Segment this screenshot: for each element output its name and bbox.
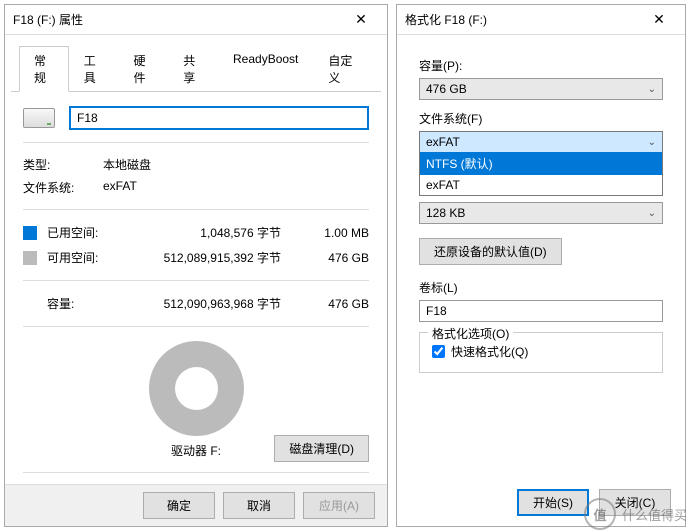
tab-readyboost[interactable]: ReadyBoost <box>218 46 313 92</box>
format-options-legend: 格式化选项(O) <box>428 325 513 342</box>
titlebar: F18 (F:) 属性 ✕ <box>5 5 387 35</box>
allocation-select[interactable]: 128 KB ⌄ <box>419 202 663 224</box>
titlebar: 格式化 F18 (F:) ✕ <box>397 5 685 35</box>
start-button[interactable]: 开始(S) <box>517 489 589 516</box>
free-bytes: 512,089,915,392 字节 <box>127 249 299 266</box>
close-icon[interactable]: ✕ <box>641 8 677 32</box>
properties-dialog: F18 (F:) 属性 ✕ 常规 工具 硬件 共享 ReadyBoost 自定义… <box>4 4 388 527</box>
filesystem-option-exfat[interactable]: exFAT <box>420 175 662 195</box>
used-swatch <box>23 226 37 240</box>
used-bytes: 1,048,576 字节 <box>127 224 299 241</box>
filesystem-option-ntfs[interactable]: NTFS (默认) <box>420 152 662 175</box>
volume-label: 卷标(L) <box>419 279 663 296</box>
tab-tools[interactable]: 工具 <box>69 46 119 92</box>
used-label: 已用空间: <box>47 224 127 241</box>
filesystem-select[interactable]: exFAT ⌄ NTFS (默认) exFAT <box>419 131 663 196</box>
capacity-label: 容量: <box>47 295 127 312</box>
chevron-down-icon: ⌄ <box>648 208 656 219</box>
allocation-value: 128 KB <box>426 206 465 220</box>
dialog-footer: 确定 取消 应用(A) <box>5 484 387 526</box>
free-human: 476 GB <box>299 251 369 265</box>
drive-icon <box>23 108 55 128</box>
format-footer: 开始(S) 关闭(C) <box>517 489 671 516</box>
capacity-bytes: 512,090,963,968 字节 <box>127 295 299 312</box>
drive-name-input[interactable] <box>69 106 369 130</box>
tab-sharing[interactable]: 共享 <box>168 46 218 92</box>
free-label: 可用空间: <box>47 249 127 266</box>
tabs: 常规 工具 硬件 共享 ReadyBoost 自定义 <box>11 41 381 92</box>
used-human: 1.00 MB <box>299 226 369 240</box>
restore-defaults-button[interactable]: 还原设备的默认值(D) <box>419 238 562 265</box>
type-label: 类型: <box>23 156 103 173</box>
usage-donut-chart <box>149 341 244 436</box>
quick-format-checkbox[interactable] <box>432 345 445 358</box>
format-dialog: 格式化 F18 (F:) ✕ 容量(P): 476 GB ⌄ 文件系统(F) e… <box>396 4 686 527</box>
quick-format-label: 快速格式化(Q) <box>451 343 528 360</box>
format-body: 容量(P): 476 GB ⌄ 文件系统(F) exFAT ⌄ NTFS (默认… <box>397 35 685 385</box>
volume-input[interactable] <box>419 300 663 322</box>
close-icon[interactable]: ✕ <box>343 8 379 32</box>
window-title: 格式化 F18 (F:) <box>405 11 641 28</box>
free-swatch <box>23 251 37 265</box>
tab-body-general: 类型:本地磁盘 文件系统:exFAT 已用空间: 1,048,576 字节 1.… <box>5 92 387 497</box>
capacity-human: 476 GB <box>299 297 369 311</box>
quick-format-row[interactable]: 快速格式化(Q) <box>432 343 650 360</box>
cancel-button[interactable]: 取消 <box>223 492 295 519</box>
ok-button[interactable]: 确定 <box>143 492 215 519</box>
apply-button[interactable]: 应用(A) <box>303 492 375 519</box>
tab-general[interactable]: 常规 <box>19 46 69 92</box>
disk-cleanup-button[interactable]: 磁盘清理(D) <box>274 435 369 462</box>
format-options-group: 格式化选项(O) 快速格式化(Q) <box>419 332 663 373</box>
capacity-select[interactable]: 476 GB ⌄ <box>419 78 663 100</box>
tab-hardware[interactable]: 硬件 <box>119 46 169 92</box>
chevron-down-icon: ⌄ <box>648 137 656 148</box>
filesystem-label: 文件系统(F) <box>419 110 663 127</box>
filesystem-selected: exFAT <box>426 135 460 149</box>
chevron-down-icon: ⌄ <box>648 84 656 95</box>
filesystem-value: exFAT <box>103 179 137 196</box>
window-title: F18 (F:) 属性 <box>13 11 343 28</box>
filesystem-label: 文件系统: <box>23 179 103 196</box>
tab-custom[interactable]: 自定义 <box>313 46 373 92</box>
close-button[interactable]: 关闭(C) <box>599 489 671 516</box>
capacity-label: 容量(P): <box>419 57 663 74</box>
capacity-value: 476 GB <box>426 82 467 96</box>
type-value: 本地磁盘 <box>103 156 151 173</box>
